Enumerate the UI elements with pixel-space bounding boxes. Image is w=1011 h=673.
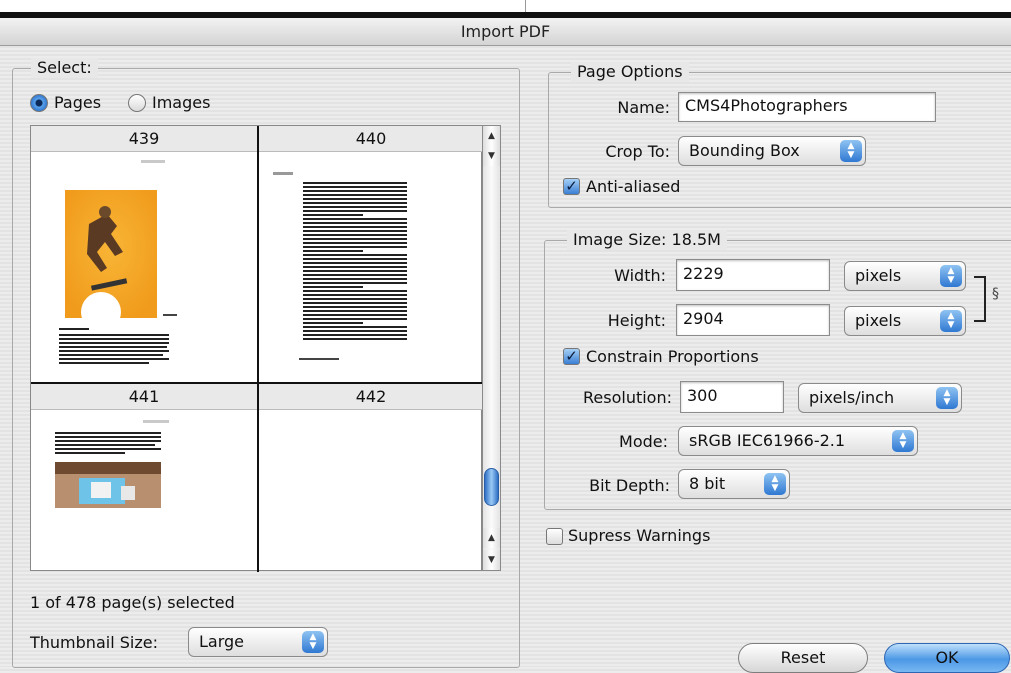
bit-depth-popup[interactable]: 8 bit ▲ ▼ <box>678 469 790 499</box>
chevron-updown-icon: ▲ ▼ <box>840 140 862 162</box>
constrain-link-bracket <box>974 276 986 322</box>
anti-aliased-checkbox[interactable]: ✓ <box>563 178 580 195</box>
page-options-legend: Page Options <box>571 62 689 82</box>
resolution-label: Resolution: <box>583 388 672 407</box>
radio-images[interactable] <box>128 94 146 112</box>
radio-pages-label[interactable]: Pages <box>54 92 101 114</box>
height-field[interactable]: 2904 <box>676 304 830 336</box>
crop-to-value: Bounding Box <box>689 141 800 160</box>
background-divider <box>525 0 526 12</box>
thumbnail-cell-442[interactable]: 442 <box>259 384 483 572</box>
chevron-updown-icon: ▲ ▼ <box>764 473 786 495</box>
page-preview-440 <box>273 172 407 360</box>
ok-button[interactable]: OK <box>884 643 1010 673</box>
scroll-up-arrow-icon[interactable]: ▲ <box>483 528 500 548</box>
thumbnail-size-popup[interactable]: Large ▲ ▼ <box>188 627 328 657</box>
scroll-down-arrow-icon[interactable]: ▼ <box>483 550 500 570</box>
select-legend: Select: <box>31 58 98 78</box>
suppress-warnings-label[interactable]: Supress Warnings <box>568 525 710 547</box>
radio-pages[interactable] <box>30 94 48 112</box>
width-label: Width: <box>614 266 666 285</box>
mode-label: Mode: <box>619 432 668 451</box>
height-label: Height: <box>607 311 666 330</box>
thumbnail-size-value: Large <box>199 632 245 651</box>
constrain-proportions-checkbox[interactable]: ✓ <box>563 348 580 365</box>
thumbnail-scrollbar[interactable]: ▲ ▼ ▲ ▼ <box>482 125 501 571</box>
chevron-updown-icon: ▲ ▼ <box>936 387 958 409</box>
scroll-down-arrow-icon[interactable]: ▼ <box>483 146 500 166</box>
thumbnail-cell-440[interactable]: 440 <box>259 126 483 384</box>
radio-images-label[interactable]: Images <box>152 92 210 114</box>
width-unit-value: pixels <box>855 266 902 285</box>
name-label: Name: <box>617 98 670 117</box>
chevron-updown-icon: ▲ ▼ <box>302 631 324 653</box>
resolution-unit-value: pixels/inch <box>809 388 895 407</box>
chevron-updown-icon: ▲ ▼ <box>940 310 962 332</box>
window-title: Import PDF <box>0 18 1011 46</box>
chevron-updown-icon: ▲ ▼ <box>940 265 962 287</box>
mode-popup[interactable]: sRGB IEC61966-2.1 ▲ ▼ <box>678 426 918 456</box>
height-unit-value: pixels <box>855 311 902 330</box>
thumbnail-grid: 439 440 441 442 <box>30 125 483 572</box>
name-field[interactable]: CMS4Photographers <box>678 92 936 122</box>
crop-to-label: Crop To: <box>605 142 670 161</box>
page-preview-441 <box>55 420 169 508</box>
reset-button[interactable]: Reset <box>738 643 868 673</box>
resolution-field[interactable]: 300 <box>680 381 784 413</box>
width-field[interactable]: 2229 <box>676 259 830 291</box>
constrain-proportions-label[interactable]: Constrain Proportions <box>586 346 759 368</box>
selection-status: 1 of 478 page(s) selected <box>30 593 235 612</box>
thumbnail-size-label: Thumbnail Size: <box>30 633 158 652</box>
resolution-unit-popup[interactable]: pixels/inch ▲ ▼ <box>798 383 962 413</box>
thumbnail-cell-439[interactable]: 439 <box>31 126 259 384</box>
mode-value: sRGB IEC61966-2.1 <box>689 431 846 450</box>
chain-link-icon: § <box>992 286 999 302</box>
thumbnail-cell-441[interactable]: 441 <box>31 384 259 572</box>
suppress-warnings-checkbox[interactable] <box>546 528 563 545</box>
crop-to-popup[interactable]: Bounding Box ▲ ▼ <box>678 136 866 166</box>
anti-aliased-label[interactable]: Anti-aliased <box>586 176 680 198</box>
thumbnail-page-number: 441 <box>31 384 257 410</box>
scroll-thumb[interactable] <box>484 468 499 506</box>
thumbnail-page-number: 440 <box>259 126 483 152</box>
height-unit-popup[interactable]: pixels ▲ ▼ <box>844 306 966 336</box>
page-preview-439 <box>59 160 177 364</box>
background-window-strip <box>0 0 1011 18</box>
scroll-up-arrow-icon[interactable]: ▲ <box>483 126 500 146</box>
width-unit-popup[interactable]: pixels ▲ ▼ <box>844 261 966 291</box>
image-size-legend: Image Size: 18.5M <box>567 230 727 250</box>
bit-depth-value: 8 bit <box>689 474 726 493</box>
thumbnail-page-number: 439 <box>31 126 257 152</box>
bit-depth-label: Bit Depth: <box>589 476 670 495</box>
thumbnail-page-number: 442 <box>259 384 483 410</box>
chevron-updown-icon: ▲ ▼ <box>892 430 914 452</box>
